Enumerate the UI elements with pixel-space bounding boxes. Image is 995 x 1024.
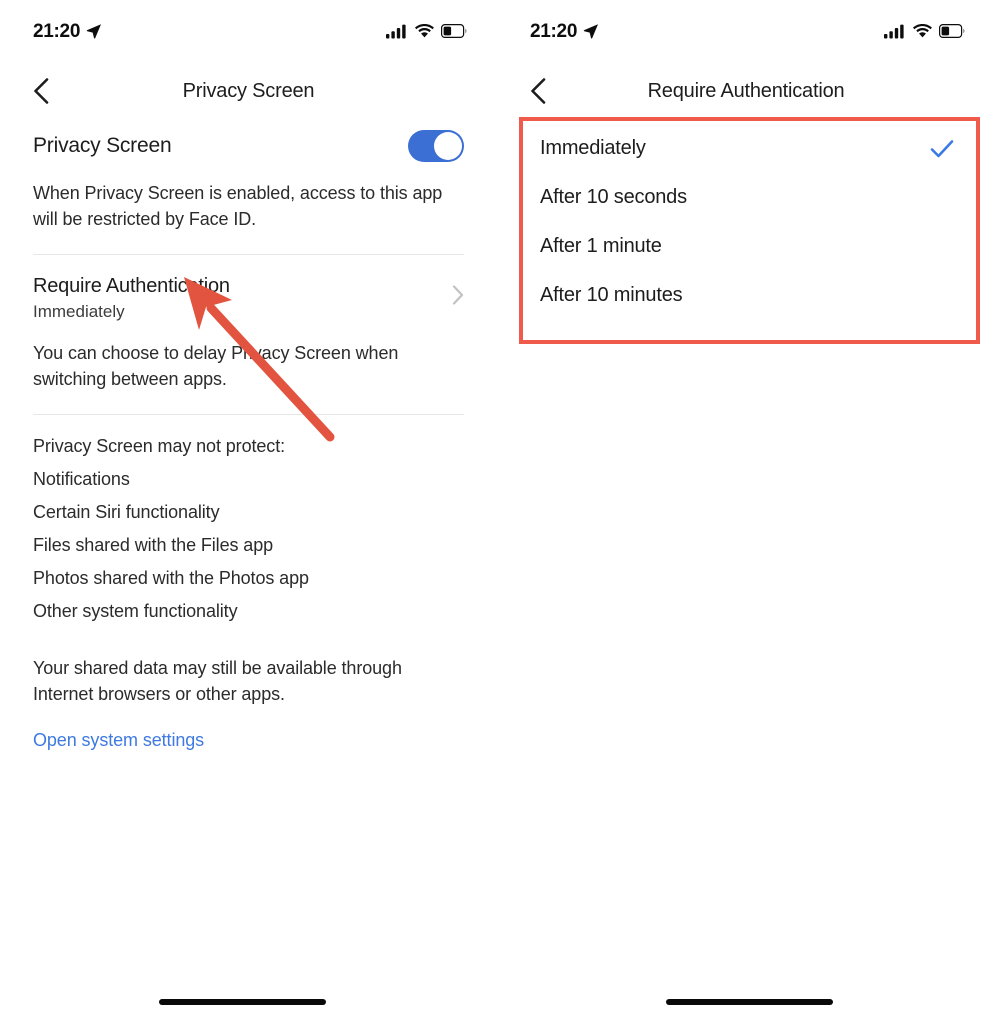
require-authentication-options: Immediately After 10 seconds After 1 min… bbox=[516, 124, 980, 320]
location-arrow-icon bbox=[86, 24, 102, 39]
cellular-signal-icon bbox=[386, 24, 406, 38]
list-item: Other system functionality bbox=[33, 601, 238, 621]
require-authentication-text: Require Authentication Immediately bbox=[33, 273, 230, 324]
list-item: Notifications bbox=[33, 469, 130, 489]
list-item: Photos shared with the Photos app bbox=[33, 568, 309, 588]
option-row-after-1-minute[interactable]: After 1 minute bbox=[516, 222, 980, 271]
home-indicator-left bbox=[159, 999, 326, 1005]
option-row-after-10-seconds[interactable]: After 10 seconds bbox=[516, 173, 980, 222]
privacy-screen-label: Privacy Screen bbox=[33, 134, 172, 157]
privacy-screen-description: When Privacy Screen is enabled, access t… bbox=[33, 183, 443, 229]
option-label: After 10 seconds bbox=[540, 186, 687, 208]
shared-data-note: Your shared data may still be available … bbox=[33, 658, 402, 704]
back-button-right[interactable] bbox=[530, 78, 556, 104]
status-bar-left-group: 21:20 bbox=[530, 22, 599, 41]
toggle-knob bbox=[434, 132, 462, 160]
checkmark-icon bbox=[930, 139, 954, 157]
delay-description: You can choose to delay Privacy Screen w… bbox=[33, 343, 399, 389]
status-bar-right: 21:20 bbox=[497, 0, 995, 62]
status-time: 21:20 bbox=[530, 20, 578, 42]
right-phone-screen: 21:20 Require Authentication Immediately… bbox=[497, 0, 995, 1024]
option-label: After 10 minutes bbox=[540, 284, 683, 306]
status-time: 21:20 bbox=[33, 20, 81, 42]
not-protect-heading: Privacy Screen may not protect: bbox=[33, 436, 286, 456]
status-bar-left-group: 21:20 bbox=[33, 22, 102, 41]
chevron-left-icon bbox=[531, 78, 546, 104]
open-system-settings-link[interactable]: Open system settings bbox=[0, 730, 237, 751]
status-bar-left: 21:20 bbox=[0, 0, 497, 62]
status-bar-right-group bbox=[386, 24, 467, 39]
require-authentication-row[interactable]: Require Authentication Immediately bbox=[0, 255, 497, 324]
left-phone-screen: 21:20 Privacy Screen Privacy Screen When… bbox=[0, 0, 497, 1024]
back-button-left[interactable] bbox=[33, 78, 59, 104]
wifi-icon bbox=[913, 24, 932, 38]
left-content: Privacy Screen When Privacy Screen is en… bbox=[0, 120, 497, 751]
chevron-left-icon bbox=[34, 78, 49, 104]
require-authentication-title: Require Authentication bbox=[33, 275, 230, 297]
cellular-signal-icon bbox=[884, 24, 904, 38]
option-row-immediately[interactable]: Immediately bbox=[516, 124, 980, 173]
wifi-icon bbox=[415, 24, 434, 38]
battery-low-icon bbox=[939, 24, 965, 38]
page-title-right: Require Authentication bbox=[647, 79, 845, 102]
page-title-left: Privacy Screen bbox=[182, 79, 315, 102]
status-bar-right-group bbox=[884, 24, 965, 39]
not-protect-list: Notifications Certain Siri functionality… bbox=[0, 463, 497, 628]
privacy-screen-toggle[interactable] bbox=[408, 130, 464, 162]
nav-bar-left: Privacy Screen bbox=[0, 62, 497, 120]
option-label: After 1 minute bbox=[540, 235, 662, 257]
battery-low-icon bbox=[441, 24, 467, 38]
location-arrow-icon bbox=[583, 24, 599, 39]
option-row-after-10-minutes[interactable]: After 10 minutes bbox=[516, 271, 980, 320]
require-authentication-value: Immediately bbox=[33, 302, 125, 321]
privacy-screen-toggle-row[interactable]: Privacy Screen bbox=[0, 120, 497, 172]
list-item: Files shared with the Files app bbox=[33, 535, 274, 555]
chevron-right-icon bbox=[452, 285, 464, 305]
dual-screenshot-container: 21:20 Privacy Screen Privacy Screen When… bbox=[0, 0, 995, 1024]
list-item: Certain Siri functionality bbox=[33, 502, 220, 522]
home-indicator-right bbox=[666, 999, 833, 1005]
nav-bar-right: Require Authentication bbox=[497, 62, 995, 120]
option-label: Immediately bbox=[540, 137, 646, 159]
